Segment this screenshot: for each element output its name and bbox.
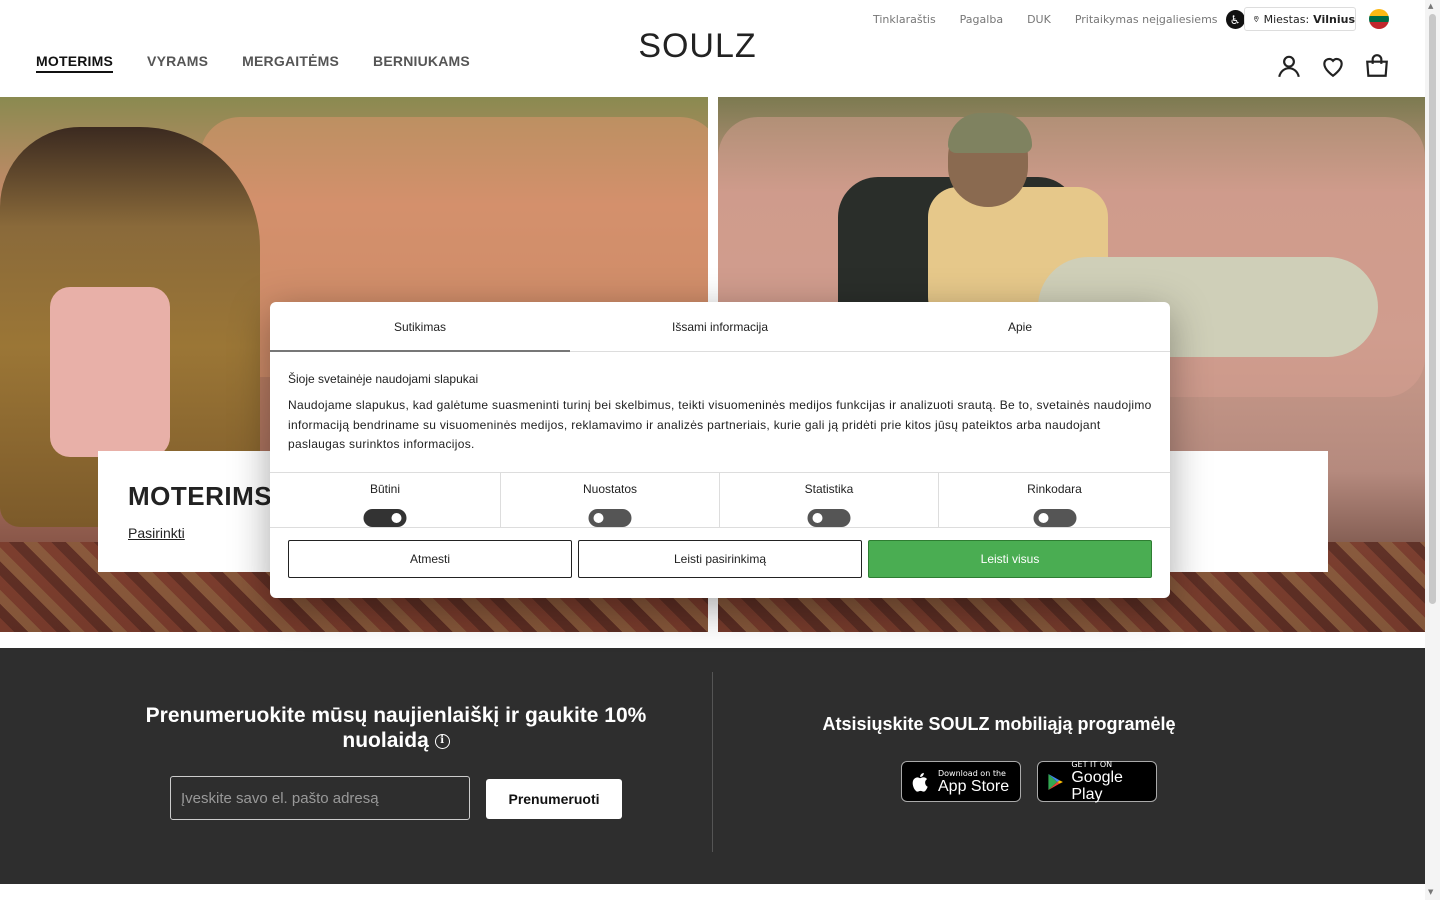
category-preferences: Nuostatos [501,473,720,527]
category-statistics-label: Statistika [804,482,854,496]
city-selector[interactable]: Miestas: Vilnius [1244,7,1356,31]
scroll-up-icon[interactable]: ▲ [1428,2,1433,10]
app-store-big-text: App Store [938,777,1010,795]
page-scrollbar[interactable]: ▲ ▼ [1425,0,1440,900]
link-accessibility[interactable]: Pritaikymas neįgaliesiems ♿ [1075,10,1245,29]
site-logo[interactable]: SOULZ [620,27,775,66]
google-play-small-text: GET IT ON [1071,760,1113,769]
wishlist-heart-icon[interactable] [1320,53,1346,79]
newsletter-title-text: Prenumeruokite mūsų naujienlaiškį ir gau… [145,704,647,752]
site-header: Tinklaraštis Pagalba DUK Pritaikymas neį… [0,0,1425,97]
google-play-icon [1048,773,1063,790]
top-links: Tinklaraštis Pagalba DUK Pritaikymas neį… [873,10,1245,29]
header-actions [1276,53,1390,79]
accessibility-label: Pritaikymas neįgaliesiems [1074,13,1218,26]
footer-divider [712,672,713,852]
cookie-consent-dialog: Sutikimas Išsami informacija Apie Šioje … [270,302,1170,598]
main-nav: MOTERIMS VYRAMS MERGAITĖMS BERNIUKAMS [36,53,470,73]
hero-women-link[interactable]: Pasirinkti [128,525,185,541]
link-faq[interactable]: DUK [1027,10,1051,29]
location-pin-icon [1254,15,1259,23]
nav-girls[interactable]: MERGAITĖMS [242,53,339,73]
nav-men[interactable]: VYRAMS [147,53,208,73]
accessibility-icon: ♿ [1225,10,1245,29]
preferences-toggle[interactable] [588,509,632,527]
nav-women[interactable]: MOTERIMS [36,53,114,73]
tab-about[interactable]: Apie [870,302,1170,351]
cookie-categories: Būtini Nuostatos Statistika Rinkodara [270,472,1170,528]
city-label: Miestas: [1263,12,1310,26]
google-play-badge[interactable]: GET IT ON Google Play [1037,760,1157,803]
subscribe-button[interactable]: Prenumeruoti [486,779,622,819]
cookie-buttons: Atmesti Leisti pasirinkimą Leisti visus [288,540,1152,578]
statistics-toggle[interactable] [807,509,851,527]
scroll-thumb[interactable] [1429,14,1436,604]
tab-consent[interactable]: Sutikimas [270,302,570,352]
tab-details[interactable]: Išsami informacija [570,302,870,351]
newsletter-title: Prenumeruokite mūsų naujienlaiškį ir gau… [140,703,652,753]
account-icon[interactable] [1276,53,1302,79]
info-icon[interactable]: i [434,733,450,749]
category-preferences-label: Nuostatos [582,482,638,496]
apple-icon [912,772,928,792]
app-store-badge[interactable]: Download on the App Store [901,761,1021,802]
category-necessary-label: Būtini [369,482,401,496]
newsletter-section: Prenumeruokite mūsų naujienlaiškį ir gau… [0,648,1425,884]
email-input[interactable] [170,776,470,820]
necessary-toggle[interactable] [363,509,407,527]
shopping-bag-icon[interactable] [1364,53,1390,79]
allow-selection-button[interactable]: Leisti pasirinkimą [578,540,862,578]
link-blog[interactable]: Tinklaraštis [873,10,936,29]
nav-boys[interactable]: BERNIUKAMS [373,53,470,73]
category-marketing: Rinkodara [939,473,1170,527]
hero-women-title: MOTERIMS [128,481,273,511]
city-value: Vilnius [1313,12,1355,26]
scroll-down-icon[interactable]: ▼ [1428,888,1433,896]
marketing-toggle[interactable] [1033,509,1076,527]
reject-button[interactable]: Atmesti [288,540,572,578]
google-play-big-text: Google Play [1071,769,1123,803]
category-marketing-label: Rinkodara [1027,482,1082,496]
app-store-small-text: Download on the [938,768,1006,778]
app-download-title: Atsisiųskite SOULZ mobiliąją programėlę [822,714,1176,734]
cookie-heading: Šioje svetainėje naudojami slapukai [288,372,479,386]
category-necessary: Būtini [270,473,501,527]
category-statistics: Statistika [720,473,939,527]
language-flag-icon[interactable] [1369,9,1389,29]
cookie-text: Naudojame slapukus, kad galėtume suasmen… [288,398,1152,451]
link-help[interactable]: Pagalba [960,10,1003,29]
allow-all-button[interactable]: Leisti visus [868,540,1152,578]
cookie-tabs: Sutikimas Išsami informacija Apie [270,302,1170,352]
